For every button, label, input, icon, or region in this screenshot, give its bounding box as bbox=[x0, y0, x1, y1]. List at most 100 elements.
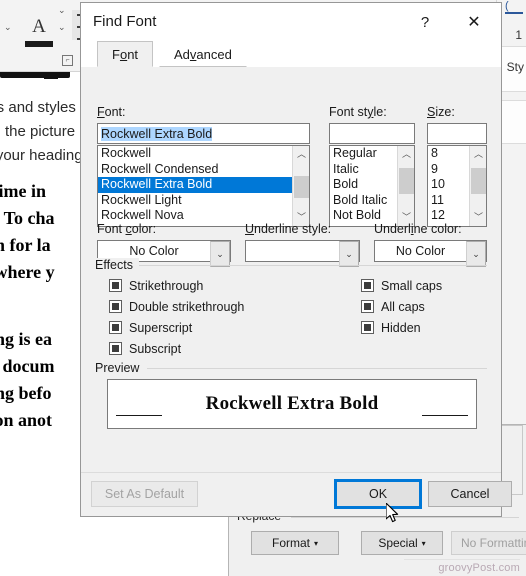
screen: nes and styles ne, the picture s, your h… bbox=[0, 0, 526, 576]
font-input[interactable]: Rockwell Extra Bold bbox=[97, 123, 310, 144]
size-label: Size: bbox=[427, 105, 455, 119]
chevron-down-icon: ▾ bbox=[421, 538, 426, 548]
dialog-title-bar: Find Font ? ✕ bbox=[81, 3, 501, 41]
chevron-down-icon[interactable]: ⌄ bbox=[4, 22, 12, 33]
scrollbar-thumb[interactable] bbox=[399, 168, 414, 194]
help-icon[interactable]: ? bbox=[411, 11, 439, 35]
size-list-item[interactable]: 11 bbox=[428, 193, 469, 209]
page-number: 1 bbox=[515, 28, 522, 42]
font-style-input[interactable] bbox=[329, 123, 415, 144]
size-list-item[interactable]: 8 bbox=[428, 146, 469, 162]
checkbox-indeterminate-icon bbox=[109, 342, 122, 355]
scrollbar-thumb[interactable] bbox=[471, 168, 486, 194]
chevron-down-icon[interactable]: ⌄ bbox=[466, 241, 486, 267]
font-style-list[interactable]: Regular Italic Bold Bold Italic Not Bold… bbox=[329, 145, 415, 227]
format-button[interactable]: Format ▾ bbox=[251, 531, 339, 555]
font-style-list-scrollbar[interactable]: ︿ ﹀ bbox=[397, 146, 414, 226]
dialog-title: Find Font bbox=[93, 13, 157, 30]
dialog-tabs: Font Advanced bbox=[81, 41, 501, 105]
close-icon[interactable]: ✕ bbox=[457, 11, 491, 35]
effects-group-divider bbox=[137, 265, 487, 266]
checkbox-strikethrough[interactable]: Strikethrough bbox=[109, 279, 203, 293]
format-button-label: Format bbox=[271, 536, 310, 550]
font-list-item[interactable]: Rockwell bbox=[98, 146, 292, 162]
preview-rule-left bbox=[116, 415, 162, 416]
checkbox-indeterminate-icon bbox=[109, 300, 122, 313]
tab-font[interactable]: Font bbox=[97, 41, 154, 67]
scroll-up-icon[interactable]: ︿ bbox=[398, 146, 414, 163]
chevron-down-icon[interactable]: ⌄ bbox=[58, 5, 66, 16]
cancel-button[interactable]: Cancel bbox=[428, 481, 512, 507]
styles-label: Sty bbox=[506, 60, 524, 74]
find-font-dialog: Find Font ? ✕ Font Advanced Font: Rockwe… bbox=[80, 2, 512, 517]
font-list-item[interactable]: Rockwell Condensed bbox=[98, 162, 292, 178]
size-list[interactable]: 8 9 10 11 12 ︿ ﹀ bbox=[427, 145, 487, 227]
ok-button-label: OK bbox=[368, 487, 388, 501]
chevron-down-icon[interactable]: ⌄ bbox=[210, 241, 230, 267]
dialog-footer: Set As Default OK Cancel bbox=[81, 472, 512, 516]
font-color-icon[interactable]: A bbox=[24, 16, 54, 38]
font-style-list-item[interactable]: Bold Italic bbox=[330, 193, 397, 209]
checkbox-subscript[interactable]: Subscript bbox=[109, 342, 181, 356]
underline-style-value bbox=[246, 241, 339, 261]
checkbox-indeterminate-icon bbox=[109, 321, 122, 334]
size-list-item[interactable]: 10 bbox=[428, 177, 469, 193]
ok-button[interactable]: OK bbox=[334, 479, 422, 509]
chevron-down-icon[interactable]: ⌄ bbox=[58, 22, 66, 33]
watermark: groovyPost.com bbox=[438, 562, 520, 574]
checkbox-small-caps[interactable]: Small caps bbox=[361, 279, 442, 293]
checkbox-double-strikethrough[interactable]: Double strikethrough bbox=[109, 300, 244, 314]
font-list-item-selected[interactable]: Rockwell Extra Bold bbox=[98, 177, 292, 193]
size-list-scrollbar[interactable]: ︿ ﹀ bbox=[469, 146, 486, 226]
dialog-launcher-icon[interactable]: ⌐ bbox=[62, 55, 73, 66]
scrollbar-thumb[interactable] bbox=[294, 176, 309, 198]
no-formatting-button-label: No Formatting bbox=[460, 536, 526, 550]
font-color-swatch[interactable] bbox=[25, 41, 53, 47]
checkbox-hidden[interactable]: Hidden bbox=[361, 321, 421, 335]
scroll-up-icon[interactable]: ︿ bbox=[470, 146, 486, 163]
checkbox-indeterminate-icon bbox=[361, 279, 374, 292]
underline-style-dropdown[interactable]: ⌄ bbox=[245, 240, 360, 267]
font-style-label: Font style: bbox=[329, 105, 387, 119]
scroll-up-icon[interactable]: ︿ bbox=[293, 146, 309, 163]
checkbox-subscript-label: Subscript bbox=[129, 342, 182, 356]
preview-group-label: Preview bbox=[95, 361, 146, 375]
font-preview-box: Rockwell Extra Bold bbox=[107, 379, 477, 429]
font-style-list-item[interactable]: Bold bbox=[330, 177, 397, 193]
set-as-default-button: Set As Default bbox=[91, 481, 198, 507]
preview-group-divider bbox=[147, 368, 487, 369]
size-list-items: 8 9 10 11 12 bbox=[428, 146, 469, 224]
set-as-default-label: Set As Default bbox=[104, 487, 185, 501]
underline-color-value: No Color bbox=[395, 244, 446, 258]
font-style-list-item[interactable]: Regular bbox=[330, 146, 397, 162]
effects-group-label: Effects bbox=[95, 258, 139, 272]
checkbox-indeterminate-icon bbox=[361, 300, 374, 313]
font-preview-text: Rockwell Extra Bold bbox=[205, 393, 379, 414]
checkbox-strikethrough-label: Strikethrough bbox=[129, 279, 204, 293]
font-input-value: Rockwell Extra Bold bbox=[101, 127, 213, 141]
watermark-divider bbox=[404, 559, 520, 560]
tab-advanced[interactable]: Advanced bbox=[159, 41, 247, 67]
paragraph-mark-icon: ( bbox=[505, 0, 523, 14]
scroll-down-icon[interactable]: ﹀ bbox=[470, 209, 486, 226]
checkbox-all-caps[interactable]: All caps bbox=[361, 300, 425, 314]
size-list-item[interactable]: 9 bbox=[428, 162, 469, 178]
font-list-scrollbar[interactable]: ︿ ﹀ bbox=[292, 146, 309, 226]
checkbox-indeterminate-icon bbox=[109, 279, 122, 292]
font-list[interactable]: Rockwell Rockwell Condensed Rockwell Ext… bbox=[97, 145, 310, 227]
underline-color-dropdown[interactable]: No Color ⌄ bbox=[374, 240, 487, 267]
font-list-items: Rockwell Rockwell Condensed Rockwell Ext… bbox=[98, 146, 292, 224]
font-style-list-item[interactable]: Italic bbox=[330, 162, 397, 178]
font-list-item[interactable]: Rockwell Light bbox=[98, 193, 292, 209]
cancel-button-label: Cancel bbox=[450, 487, 490, 501]
underline-style-label: Underline style: bbox=[245, 222, 332, 236]
checkbox-all-caps-label: All caps bbox=[381, 300, 425, 314]
underline-color-label: Underline color: bbox=[374, 222, 462, 236]
chevron-down-icon[interactable]: ⌄ bbox=[339, 241, 359, 267]
checkbox-superscript[interactable]: Superscript bbox=[109, 321, 192, 335]
chevron-down-icon: ▾ bbox=[314, 538, 319, 548]
size-input[interactable] bbox=[427, 123, 487, 144]
special-button[interactable]: Special ▾ bbox=[361, 531, 443, 555]
font-style-list-items: Regular Italic Bold Bold Italic Not Bold bbox=[330, 146, 397, 224]
checkbox-double-strikethrough-label: Double strikethrough bbox=[129, 300, 245, 314]
